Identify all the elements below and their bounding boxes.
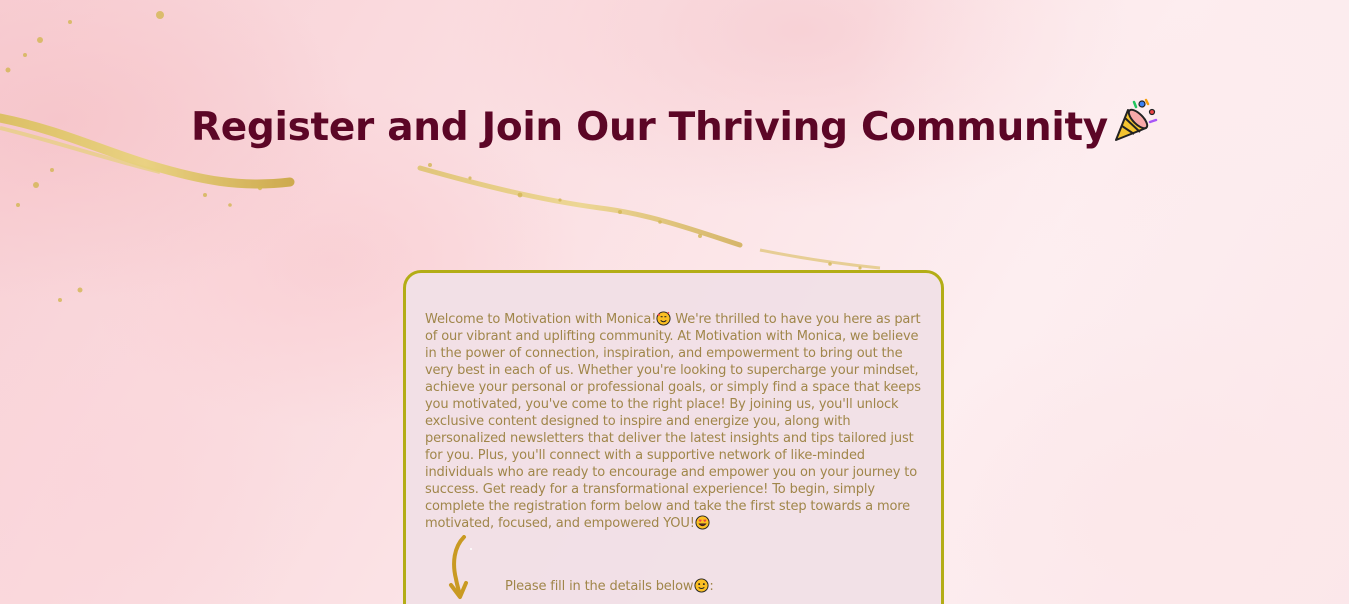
welcome-text-part-2: We're thrilled to have you here as part …	[425, 312, 921, 531]
welcome-text: Welcome to Motivation with Monica! We're…	[425, 311, 921, 532]
slightly-smiling-face-icon	[694, 578, 709, 593]
smiling-face-with-hearts-icon	[656, 311, 671, 326]
down-arrow-icon	[444, 535, 474, 604]
page-title-text: Register and Join Our Thriving Community	[191, 105, 1108, 150]
welcome-text-part-1: Welcome to Motivation with Monica!	[425, 312, 657, 327]
fill-details-prompt: Please fill in the details below :	[505, 578, 714, 594]
fill-details-text: Please fill in the details below	[505, 579, 694, 594]
party-popper-icon	[1112, 98, 1158, 154]
heart-eyes-icon	[695, 515, 710, 530]
fill-details-suffix: :	[709, 579, 714, 594]
welcome-card: Welcome to Motivation with Monica! We're…	[403, 270, 944, 604]
page-title: Register and Join Our Thriving Community	[0, 98, 1349, 154]
